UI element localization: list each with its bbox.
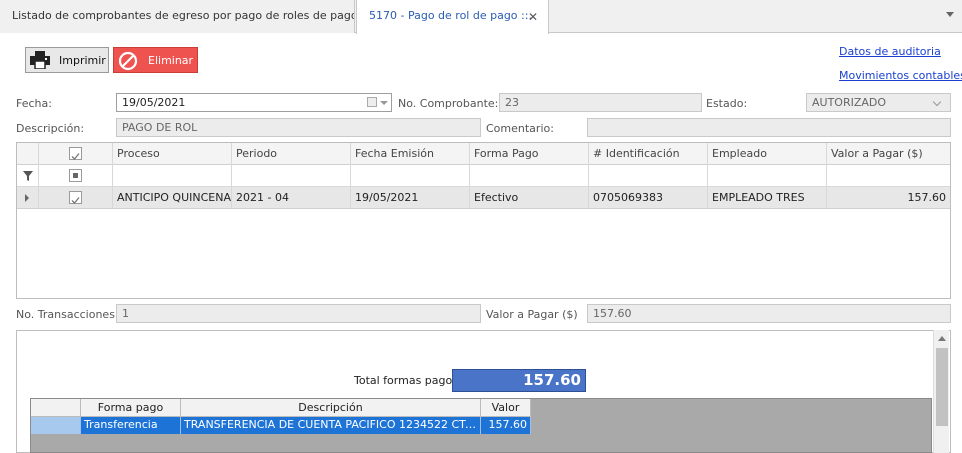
header-valor[interactable]: Valor a Pagar ($)	[827, 143, 950, 165]
delete-button[interactable]: Eliminar	[113, 47, 198, 73]
chevron-down-icon[interactable]	[380, 101, 388, 105]
payments-row-indicator	[31, 417, 81, 434]
cell-proceso: ANTICIPO QUINCENA	[113, 187, 232, 209]
descripcion-field: PAGO DE ROL	[116, 118, 481, 137]
filter-forma[interactable]	[470, 165, 589, 187]
window: Listado de comprobantes de egreso por pa…	[0, 0, 962, 453]
filter-icon[interactable]	[23, 171, 33, 181]
tab-label: Listado de comprobantes de egreso por pa…	[12, 9, 355, 22]
delete-label: Eliminar	[148, 54, 194, 67]
valor-pagar-value: 157.60	[593, 307, 632, 320]
filter-identificacion[interactable]	[589, 165, 708, 187]
total-formas-value: 157.60	[452, 369, 586, 392]
valor-pagar-field: 157.60	[587, 304, 951, 323]
check-icon	[71, 197, 80, 204]
chevron-down-icon[interactable]	[946, 12, 954, 17]
header-forma-pago[interactable]: Forma pago	[81, 399, 181, 417]
filter-valor[interactable]	[827, 165, 950, 187]
comentario-label: Comentario:	[486, 122, 554, 135]
payments-header-indicator	[31, 399, 81, 417]
header-empleado[interactable]: Empleado	[708, 143, 827, 165]
tab-listado[interactable]: Listado de comprobantes de egreso por pa…	[0, 0, 355, 33]
comentario-field	[587, 118, 951, 137]
filter-row	[17, 165, 950, 187]
transacciones-label: No. Transacciones	[16, 308, 115, 321]
caret-right-icon	[25, 194, 29, 202]
estado-value: AUTORIZADO	[812, 96, 887, 109]
valor-pagar-label: Valor a Pagar ($)	[486, 308, 578, 321]
row-checkbox[interactable]	[69, 191, 82, 204]
roles-grid: Proceso Periodo Fecha Emisión Forma Pago…	[16, 142, 951, 299]
grid-header: Proceso Periodo Fecha Emisión Forma Pago…	[17, 143, 950, 165]
audit-link[interactable]: Datos de auditoria	[839, 45, 941, 58]
chevron-up-icon[interactable]	[938, 336, 946, 341]
cell-valor: 157.60	[907, 191, 947, 204]
close-icon[interactable]: ✕	[528, 11, 538, 23]
header-fecha[interactable]: Fecha Emisión	[351, 143, 470, 165]
transacciones-value: 1	[122, 307, 129, 320]
print-label: Imprimir	[59, 54, 106, 67]
movements-link[interactable]: Movimientos contables	[839, 69, 962, 82]
table-row[interactable]: ANTICIPO QUINCENA 2021 - 04 19/05/2021 E…	[17, 187, 950, 209]
cell-forma-pago[interactable]: Transferencia	[81, 417, 181, 434]
estado-label: Estado:	[706, 97, 748, 110]
filter-proceso[interactable]	[113, 165, 232, 187]
select-all-checkbox[interactable]	[69, 147, 82, 160]
row-indicator	[17, 187, 39, 209]
transacciones-field: 1	[116, 304, 481, 323]
filter-empleado[interactable]	[708, 165, 827, 187]
cell-identificacion: 0705069383	[589, 187, 708, 209]
header-descripcion[interactable]: Descripción	[181, 399, 481, 417]
cell-descripcion-pago[interactable]: TRANSFERENCIA DE CUENTA PACIFICO 1234522…	[181, 417, 481, 434]
row-check-cell[interactable]	[39, 187, 113, 209]
descripcion-label: Descripción:	[16, 122, 85, 135]
fecha-label: Fecha:	[16, 97, 52, 110]
tab-pago-rol[interactable]: 5170 - Pago de rol de pago ::.	[356, 0, 549, 34]
filter-fecha[interactable]	[351, 165, 470, 187]
cell-forma: Efectivo	[470, 187, 589, 209]
cell-empleado: EMPLEADO TRES	[708, 187, 827, 209]
filter-cell	[17, 165, 39, 187]
comprobante-field: 23	[499, 93, 702, 112]
total-formas-label: Total formas pago:	[354, 374, 456, 387]
cell-fecha: 19/05/2021	[351, 187, 470, 209]
check-icon	[71, 153, 80, 160]
header-periodo[interactable]: Periodo	[232, 143, 351, 165]
printer-icon	[30, 51, 50, 69]
cell-periodo: 2021 - 04	[232, 187, 351, 209]
header-valor-pago[interactable]: Valor	[481, 399, 531, 417]
print-button[interactable]: Imprimir	[25, 47, 109, 73]
cell-valor-pago[interactable]: 157.60	[481, 417, 531, 434]
header-proceso[interactable]: Proceso	[113, 143, 232, 165]
filter-checkbox[interactable]	[69, 169, 82, 182]
filter-periodo[interactable]	[232, 165, 351, 187]
fecha-value: 19/05/2021	[122, 96, 186, 109]
header-forma[interactable]: Forma Pago	[470, 143, 589, 165]
payments-grid: Forma pago Descripción Valor Transferenc…	[30, 398, 932, 453]
no-entry-icon	[118, 51, 138, 71]
scrollbar-thumb[interactable]	[936, 348, 948, 426]
comprobante-value: 23	[505, 96, 519, 109]
descripcion-value: PAGO DE ROL	[122, 121, 198, 134]
vertical-scrollbar[interactable]	[933, 330, 949, 453]
filter-check-cell[interactable]	[39, 165, 113, 187]
comprobante-label: No. Comprobante:	[398, 97, 499, 110]
tab-label: 5170 - Pago de rol de pago ::.	[369, 9, 532, 22]
estado-select[interactable]: AUTORIZADO	[806, 93, 951, 112]
header-identificacion[interactable]: # Identificación	[589, 143, 708, 165]
header-indicator	[17, 143, 39, 165]
header-select-all[interactable]	[39, 143, 113, 165]
tab-bar: Listado de comprobantes de egreso por pa…	[0, 0, 962, 34]
calendar-icon[interactable]	[367, 97, 377, 107]
fecha-field[interactable]: 19/05/2021	[116, 93, 392, 112]
